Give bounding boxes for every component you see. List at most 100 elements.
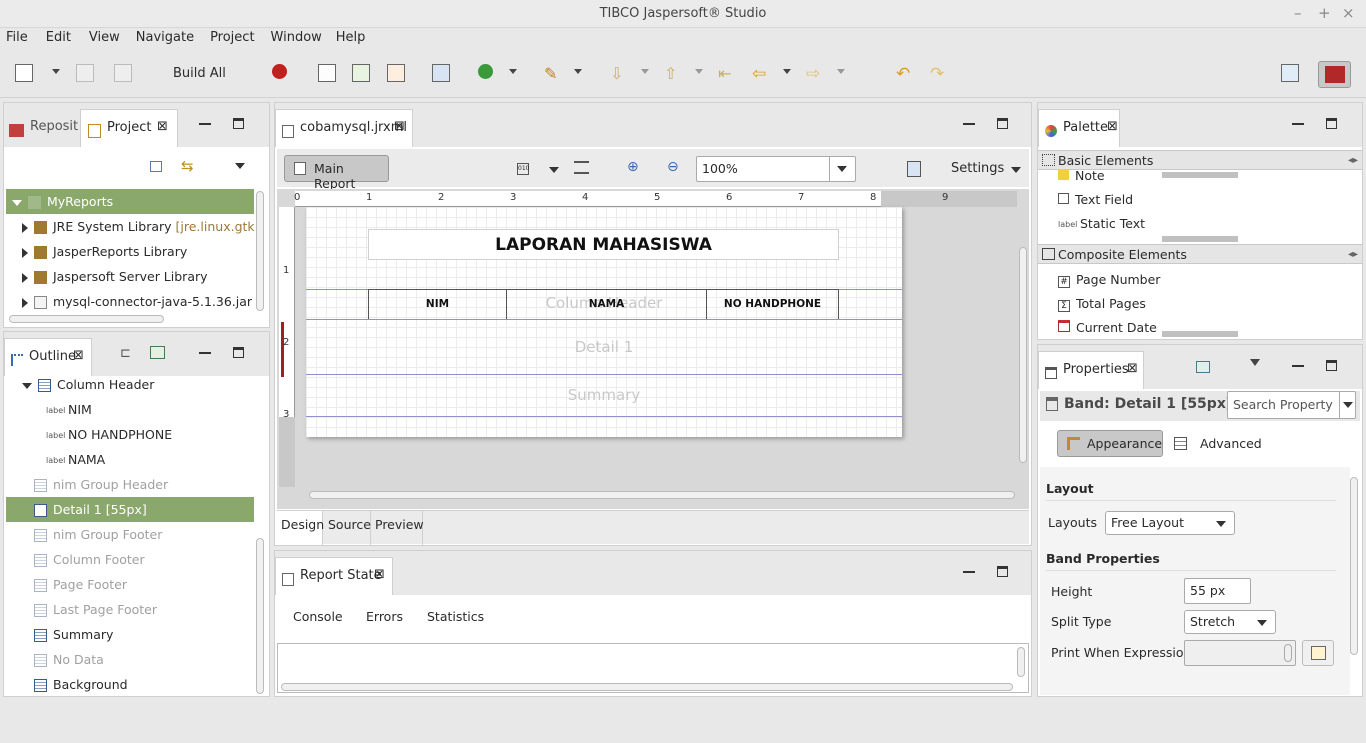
outline-item[interactable]: Column Footer [6,547,254,572]
tree-item-mysql-jar[interactable]: mysql-connector-java-5.1.36.jar [6,289,254,314]
menu-edit[interactable]: Edit [32,28,71,48]
tab-palette[interactable]: Palette ⊠ [1038,109,1120,147]
outline-vscrollbar[interactable] [256,538,264,694]
palette-item-static-text[interactable]: label Static Text [1058,216,1145,231]
tab-repository[interactable]: Reposit [4,109,80,147]
tab-preview[interactable]: Preview [371,511,424,545]
palette-composite-scroll-down[interactable] [1162,331,1238,337]
bands-icon[interactable] [574,161,589,174]
layouts-dropdown-icon[interactable] [1216,521,1226,527]
tab-errors[interactable]: Errors [366,609,403,624]
maximize-properties-icon[interactable] [1326,360,1337,371]
split-type-dropdown-icon[interactable] [1257,620,1267,626]
expression-editor-button[interactable] [1302,640,1334,666]
export-icon[interactable] [907,161,921,177]
height-input[interactable]: 55 px [1184,578,1251,604]
close-report-state-icon[interactable]: ⊠ [374,567,385,582]
menu-file[interactable]: File [0,28,28,48]
maximize-outline-icon[interactable] [233,347,244,358]
edit-report-icon[interactable] [387,64,405,82]
thumbnail-view-icon[interactable] [150,346,165,359]
minimize-palette-icon[interactable] [1292,123,1304,125]
close-outline-tab-icon[interactable]: ⊠ [73,348,84,363]
minimize-report-state-icon[interactable] [963,571,975,573]
new-file-icon[interactable] [15,64,33,82]
tree-item-jaspersoft-server-lib[interactable]: Jaspersoft Server Library [6,264,254,289]
save-icon[interactable] [76,64,94,82]
new-report-icon[interactable] [318,64,336,82]
new-dataadapter-icon[interactable] [352,64,370,82]
outline-item[interactable]: Background [6,672,254,696]
new-dropdown-icon[interactable] [52,69,60,74]
tab-source[interactable]: Source [323,511,371,545]
palette-item-page-number[interactable]: # Page Number [1058,272,1160,288]
run-dropdown-icon[interactable] [509,69,517,74]
close-palette-icon[interactable]: ⊠ [1107,119,1118,134]
minimize-project-icon[interactable] [199,123,211,125]
menu-view[interactable]: View [75,28,120,48]
menu-window[interactable]: Window [259,28,322,48]
minimize-properties-icon[interactable] [1292,365,1304,367]
outline-item[interactable]: label NAMA [6,447,254,472]
palette-item-note[interactable]: Note [1058,168,1105,183]
tab-console[interactable]: Console [293,609,343,624]
palette-scroll-up[interactable] [1162,172,1238,178]
canvas-vscrollbar[interactable] [1019,247,1027,463]
prev-annotation-dropdown-icon[interactable] [695,69,703,74]
outline-item[interactable]: label NO HANDPHONE [6,422,254,447]
settings-dropdown-icon[interactable] [1011,167,1021,173]
maximize-window-icon[interactable]: + [1318,4,1331,22]
tab-properties[interactable]: Properties ⊠ [1038,351,1144,389]
next-annotation-dropdown-icon[interactable] [641,69,649,74]
maximize-project-icon[interactable] [233,118,244,129]
back-icon[interactable]: ⇦ [752,64,770,84]
report-title-field[interactable]: LAPORAN MAHASISWA [368,229,839,260]
settings-menu[interactable]: Settings [951,161,1004,176]
minimize-outline-icon[interactable] [199,352,211,354]
appearance-tab-button[interactable]: Appearance [1057,430,1163,457]
maximize-palette-icon[interactable] [1326,118,1337,129]
zoom-in-icon[interactable]: ⊕ [627,159,639,175]
close-project-tab-icon[interactable]: ⊠ [157,119,168,134]
column-header-no-handphone[interactable]: NO HANDPHONE [706,289,839,320]
redo-icon[interactable]: ↷ [930,64,948,84]
report-page[interactable]: LAPORAN MAHASISWA Column Header NIM NAMA… [306,207,902,437]
forward-icon[interactable]: ⇨ [806,64,824,84]
report-state-vscrollbar[interactable] [1017,647,1025,677]
basic-header-collapse-icon[interactable]: ◂▸ [1348,151,1358,170]
close-window-icon[interactable]: × [1342,4,1355,22]
palette-basic-header[interactable]: Basic Elements ◂▸ [1038,150,1362,170]
dataset-dropdown-icon[interactable] [549,167,559,173]
menu-help[interactable]: Help [326,28,366,48]
close-properties-icon[interactable]: ⊠ [1127,361,1138,376]
composite-header-collapse-icon[interactable]: ◂▸ [1348,245,1358,264]
column-header-nama[interactable]: NAMA [506,289,707,320]
build-all-button[interactable]: Build All [173,66,226,81]
advanced-tab-button[interactable]: Advanced [1174,436,1262,451]
search-dropdown[interactable] [1339,392,1355,418]
main-report-button[interactable]: Main Report [284,155,389,191]
report-state-hscrollbar[interactable] [281,683,1013,691]
tab-design[interactable]: Design [277,511,324,545]
minimize-editor-icon[interactable] [963,123,975,125]
save-all-icon[interactable] [114,64,132,82]
view-menu-icon[interactable] [235,163,245,169]
zoom-combo[interactable]: 100% [696,156,856,182]
collapse-all-icon[interactable] [150,161,162,172]
outline-item[interactable]: nim Group Footer [6,522,254,547]
outline-item[interactable]: Summary [6,622,254,647]
minimize-window-icon[interactable]: – [1294,4,1302,22]
outline-item[interactable]: nim Group Header [6,472,254,497]
maximize-report-state-icon[interactable] [997,566,1008,577]
palette-item-text-field[interactable]: Text Field [1058,192,1133,207]
project-vscrollbar[interactable] [256,191,264,311]
palette-item-total-pages[interactable]: Σ Total Pages [1058,296,1146,312]
tree-item-jre[interactable]: JRE System Library [jre.linux.gtk.x86 [6,214,254,239]
pin-properties-icon[interactable] [1196,361,1210,373]
zoom-out-icon[interactable]: ⊖ [667,159,679,175]
column-header-nim[interactable]: NIM [368,289,507,320]
tree-item-jasperreports-lib[interactable]: JasperReports Library [6,239,254,264]
zoom-combo-arrow[interactable] [829,157,855,181]
tab-outline[interactable]: Outline ⊠ [4,338,92,376]
expand-arrow-icon[interactable] [22,382,32,389]
